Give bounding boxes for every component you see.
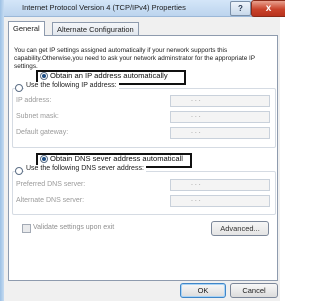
subnet-mask-label: Subnet mask: (16, 113, 59, 120)
ipv4-properties-dialog: Internet Protocol Version 4 (TCP/IPv4) P… (0, 0, 285, 301)
alternate-dns-field[interactable]: . . . (170, 195, 270, 207)
ip-address-label: IP address: (16, 97, 52, 104)
ip-manual-radio[interactable] (15, 84, 23, 92)
dns-auto-radio[interactable] (40, 155, 48, 163)
alternate-dns-value: . . . (191, 196, 201, 203)
ip-address-field[interactable]: . . . (170, 95, 270, 107)
default-gateway-label: Default gateway: (16, 129, 69, 136)
dns-manual-group (12, 171, 276, 215)
window-title: Internet Protocol Version 4 (TCP/IPv4) P… (22, 3, 186, 12)
dns-manual-radio[interactable] (15, 167, 23, 175)
ip-address-value: . . . (191, 96, 201, 103)
default-gateway-value: . . . (191, 128, 201, 135)
subnet-mask-field[interactable]: . . . (170, 111, 270, 123)
preferred-dns-value: . . . (191, 180, 201, 187)
cancel-button[interactable]: Cancel (230, 283, 278, 298)
help-button[interactable]: ? (230, 1, 251, 16)
alternate-dns-label: Alternate DNS server: (16, 197, 85, 204)
default-gateway-field[interactable]: . . . (170, 127, 270, 139)
validate-checkbox[interactable] (22, 224, 31, 233)
ok-button[interactable]: OK (180, 283, 226, 298)
description-text: You can get IP settings assigned automat… (14, 47, 255, 70)
dns-auto-label[interactable]: Obtain DNS sever address automaticall (50, 154, 183, 163)
title-bar: Internet Protocol Version 4 (TCP/IPv4) P… (4, 0, 285, 17)
tab-alternate-configuration[interactable]: Alternate Configuration (52, 22, 139, 35)
dns-manual-label[interactable]: Use the following DNS sever address: (24, 165, 146, 172)
subnet-mask-value: . . . (191, 112, 201, 119)
validate-label[interactable]: Validate settings upon exit (33, 224, 114, 231)
preferred-dns-field[interactable]: . . . (170, 179, 270, 191)
close-button[interactable]: x (251, 0, 285, 17)
ip-auto-label[interactable]: Obtain an IP address automatically (50, 71, 168, 80)
ip-manual-label[interactable]: Use the following IP address: (24, 82, 119, 89)
ip-auto-radio[interactable] (40, 72, 48, 80)
preferred-dns-label: Preferred DNS server: (16, 181, 86, 188)
tab-general[interactable]: General (8, 21, 45, 36)
advanced-button[interactable]: Advanced... (211, 221, 269, 236)
